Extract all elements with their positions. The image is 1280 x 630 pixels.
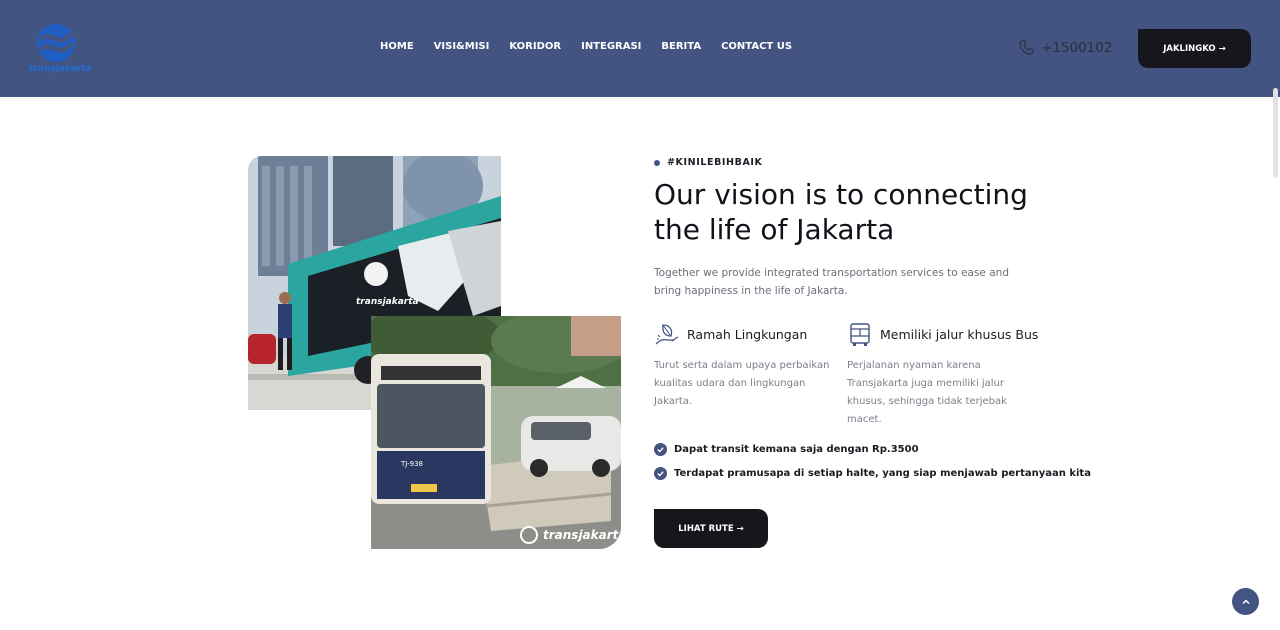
check-circle-icon xyxy=(654,443,667,456)
checklist-item: Terdapat pramusapa di setiap halte, yang… xyxy=(654,467,1091,480)
phone-contact[interactable]: +1500102 xyxy=(1018,39,1112,56)
feature-description: Turut serta dalam upaya perbaikan kualit… xyxy=(654,360,830,407)
nav-home[interactable]: HOME xyxy=(380,41,414,52)
nav-contact-us[interactable]: CONTACT US xyxy=(721,41,792,52)
scrollbar-thumb[interactable] xyxy=(1273,88,1278,178)
feature-description: Perjalanan nyaman karena Transjakarta ju… xyxy=(847,360,1007,425)
transjakarta-logo[interactable]: transjakarta xyxy=(29,23,92,77)
tag-dot-icon xyxy=(654,159,660,166)
lihat-rute-button[interactable]: LIHAT RUTE → xyxy=(654,509,768,548)
phone-icon xyxy=(1019,40,1034,55)
logo-wordmark: transjakarta xyxy=(29,64,92,74)
bus1-wordmark: transjakarta xyxy=(356,297,419,307)
feature-title: Memiliki jalur khusus Bus xyxy=(880,327,1039,342)
nav-koridor[interactable]: KORIDOR xyxy=(509,41,561,52)
phone-number: +1500102 xyxy=(1041,39,1113,56)
feature-title: Ramah Lingkungan xyxy=(687,327,808,342)
section-title: Our vision is to connecting the life of … xyxy=(654,178,1028,246)
bus2-watermark: transjakarta xyxy=(543,528,621,542)
logo-icon xyxy=(37,24,75,62)
jaklingko-button[interactable]: JAKLINGKO → xyxy=(1138,29,1251,68)
section-tag: #KINILEBIHBAIK xyxy=(654,157,763,168)
bus-photo-busway: TJ-938 transjakarta xyxy=(371,316,621,549)
nav-integrasi[interactable]: INTEGRASI xyxy=(581,41,641,52)
bus-icon xyxy=(850,323,870,346)
chevron-up-icon xyxy=(1241,598,1250,604)
checklist-item: Dapat transit kemana saja dengan Rp.3500 xyxy=(654,443,919,456)
checklist-text: Dapat transit kemana saja dengan Rp.3500 xyxy=(674,444,919,455)
tag-label: #KINILEBIHBAIK xyxy=(667,157,763,168)
checklist-text: Terdapat pramusapa di setiap halte, yang… xyxy=(674,468,1091,479)
check-circle-icon xyxy=(654,467,667,480)
site-header: transjakarta HOME VISI&MISI KORIDOR INTE… xyxy=(0,0,1280,97)
section-lead: Together we provide integrated transport… xyxy=(654,267,1009,297)
main-nav: HOME VISI&MISI KORIDOR INTEGRASI BERITA … xyxy=(380,41,812,52)
nav-berita[interactable]: BERITA xyxy=(661,41,701,52)
nav-visi-misi[interactable]: VISI&MISI xyxy=(434,41,490,52)
back-to-top-button[interactable] xyxy=(1232,588,1259,615)
leaf-hand-icon xyxy=(655,324,679,345)
bus2-code: TJ-938 xyxy=(400,460,423,468)
